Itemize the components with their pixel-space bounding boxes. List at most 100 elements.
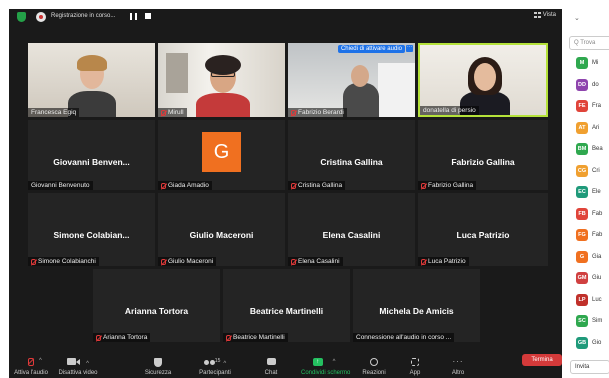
unmute-button[interactable]: ^ Attiva l'audio (13, 358, 49, 376)
participant-list-name: Ele (592, 189, 601, 195)
participant-list-name: Fab (592, 210, 603, 217)
recording-icon (36, 12, 46, 22)
avatar: CG (576, 164, 588, 177)
security-button[interactable]: Sicurezza (143, 358, 173, 376)
grid-icon (533, 12, 541, 18)
participant-name: Francesca Egiq (28, 108, 80, 117)
pause-recording-icon[interactable] (130, 13, 137, 20)
participant-list-name: do (592, 81, 599, 88)
participant-list-item[interactable]: LP Luc (576, 293, 602, 307)
stop-recording-icon[interactable] (145, 13, 151, 19)
stop-video-button[interactable]: ^ Disattiva video (57, 358, 99, 376)
participants-icon: 15 ^ (195, 358, 235, 368)
tile-luca-patrizio[interactable]: Luca Patrizio Luca Patrizio (418, 193, 548, 266)
participant-display-name: Giulio Maceroni (189, 230, 254, 240)
share-screen-button[interactable]: ↑ ^ Condividi schermo (301, 358, 350, 376)
avatar: FG (576, 229, 588, 241)
participant-name: Simone Colabianchi (28, 257, 99, 266)
video-feed (420, 45, 546, 115)
participant-display-name: Michela De Amicis (379, 306, 454, 316)
participant-name: Connessione all'audio in corso ... (353, 333, 455, 342)
meeting-toolbar: ^ Attiva l'audio ^ Disattiva video Sicur… (9, 358, 562, 378)
participant-list-name: Gio (592, 339, 602, 346)
participant-display-name: Cristina Gallina (320, 157, 383, 167)
reactions-button[interactable]: Reazioni (359, 358, 389, 376)
avatar: LP (576, 293, 588, 306)
participants-count: 15 (214, 358, 221, 364)
participant-display-name: Luca Patrizio (456, 230, 510, 240)
meeting-area: Registrazione in corso... Vista Francesc… (9, 9, 562, 378)
tile-elena-casalini[interactable]: Elena Casalini Elena Casalini (288, 193, 415, 266)
participant-list-item[interactable]: GM Giu (576, 271, 601, 285)
participant-list-item[interactable]: M Mi (576, 56, 598, 70)
chat-button[interactable]: Chat (261, 358, 281, 376)
participant-list-name: Cri (592, 167, 600, 174)
participant-list-item[interactable]: AT Ari (576, 121, 599, 135)
participant-display-name: Simone Colabian... (53, 230, 130, 240)
tile-michela-de-amicis[interactable]: Michela De Amicis Connessione all'audio … (353, 269, 480, 342)
participant-list-name: Gia (592, 253, 602, 260)
participant-list-item[interactable]: EC Ele (576, 185, 601, 199)
tile-giulio-maceroni[interactable]: Giulio Maceroni Giulio Maceroni (158, 193, 285, 266)
apps-icon (405, 358, 425, 368)
more-options-icon[interactable]: ··· (406, 45, 413, 52)
avatar: FB (576, 207, 588, 220)
participant-name: Giovanni Benvenuto (28, 181, 93, 190)
participant-list-item[interactable]: FE Fra (576, 99, 601, 113)
participant-list-name: Fra (592, 103, 601, 109)
participants-button[interactable]: 15 ^ Partecipanti (195, 358, 235, 376)
more-button[interactable]: ··· Altro (447, 358, 469, 377)
participant-list-name: Sim (592, 318, 603, 324)
tile-simone-colabianchi[interactable]: Simone Colabian... Simone Colabianchi (28, 193, 155, 266)
avatar: G (576, 250, 588, 263)
avatar: BM (576, 143, 588, 155)
video-camera-icon: ^ (57, 358, 99, 368)
video-tile-mirull[interactable]: Mirull (158, 43, 285, 117)
participant-list-name: Luc (592, 296, 602, 303)
participant-display-name: Elena Casalini (322, 230, 381, 240)
participant-list-name: Bea (592, 146, 603, 152)
participant-list-item[interactable]: G Gia (576, 250, 601, 264)
participant-name: Giulio Maceroni (158, 257, 217, 266)
video-tile-francesca[interactable]: Francesca Egiq (28, 43, 155, 117)
avatar: SC (576, 315, 588, 327)
participant-list-item[interactable]: CG Cri (576, 164, 600, 178)
participant-list-item[interactable]: SC Sim (576, 314, 602, 328)
participant-list-item[interactable]: DD do (576, 78, 599, 92)
avatar: GB (576, 336, 588, 349)
participant-list-name: Mi (592, 60, 599, 66)
avatar: GM (576, 272, 588, 284)
participant-display-name: Arianna Tortora (124, 306, 189, 316)
avatar: AT (576, 121, 588, 134)
tile-giada-amadio[interactable]: G Giada Amadio (158, 120, 285, 190)
tile-giovanni-benvenuto[interactable]: Giovanni Benven... Giovanni Benvenuto (28, 120, 155, 190)
ask-unmute-banner[interactable]: Chiedi di attivare audio (337, 45, 405, 53)
participant-name: Fabrizio Gallina (418, 181, 477, 190)
participant-list-item[interactable]: FB Fab (576, 207, 602, 221)
chat-icon (261, 358, 281, 368)
participant-name: Beatrice Martinelli (223, 333, 288, 342)
muted-mic-icon (31, 258, 36, 265)
security-shield-icon[interactable] (17, 12, 26, 22)
avatar: EC (576, 186, 588, 198)
participant-list-item[interactable]: GB Gio (576, 336, 601, 350)
view-button[interactable]: Vista (533, 12, 556, 18)
tile-fabrizio-gallina[interactable]: Fabrizio Gallina Fabrizio Gallina (418, 120, 548, 190)
tile-cristina-gallina[interactable]: Cristina Gallina Cristina Gallina (288, 120, 415, 190)
muted-mic-icon (226, 334, 231, 341)
recording-label: Registrazione in corso... (51, 13, 116, 19)
end-meeting-button[interactable]: Termina (522, 354, 562, 366)
participant-list-item[interactable]: BM Bea (576, 142, 603, 156)
video-tile-donatella[interactable]: donatella di persio (418, 43, 548, 117)
apps-button[interactable]: App (405, 358, 425, 376)
chevron-down-icon[interactable]: ⌄ (574, 14, 580, 22)
participant-name: donatella di persio (420, 106, 479, 115)
video-tile-fabrizio-berardi[interactable]: Chiedi di attivare audio ··· Fabrizio Be… (288, 43, 415, 117)
tile-arianna-tortora[interactable]: Arianna Tortora Arianna Tortora (93, 269, 220, 342)
invite-button[interactable]: Invita (570, 360, 609, 374)
avatar: DD (576, 78, 588, 91)
tile-beatrice-martinelli[interactable]: Beatrice Martinelli Beatrice Martinelli (223, 269, 350, 342)
participant-list-item[interactable]: FG Fab (576, 228, 602, 242)
search-input[interactable]: Q Trova (569, 36, 609, 50)
participant-name: Cristina Gallina (288, 181, 346, 190)
